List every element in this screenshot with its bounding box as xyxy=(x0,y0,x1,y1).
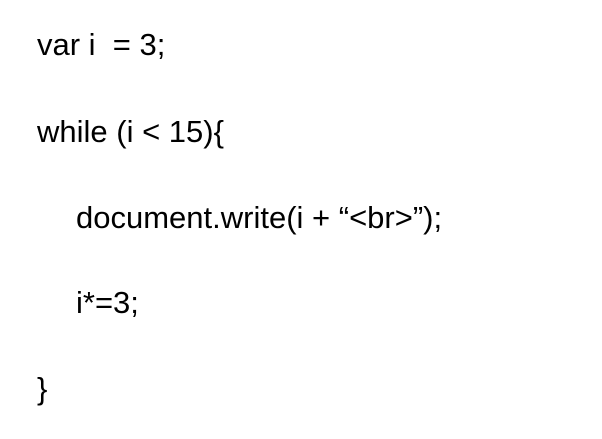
code-line-document-write: document.write(i + “<br>”); xyxy=(76,200,443,235)
code-line-increment: i*=3; xyxy=(76,285,139,320)
code-line-closing-brace: } xyxy=(37,371,48,406)
code-line-declaration: var i = 3; xyxy=(37,27,166,62)
code-line-while-header: while (i < 15){ xyxy=(37,114,224,149)
code-slide: var i = 3; while (i < 15){ document.writ… xyxy=(0,0,602,439)
